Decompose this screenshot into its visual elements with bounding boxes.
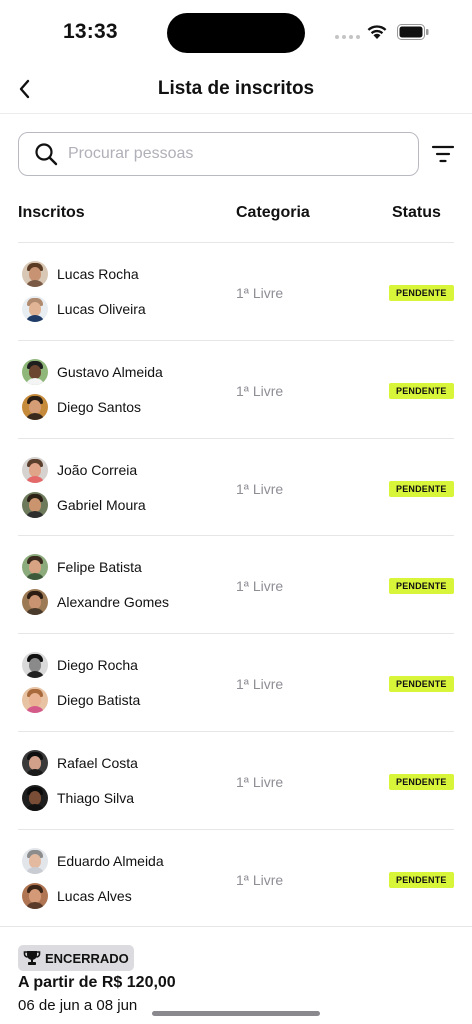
battery-icon [397,24,429,40]
filter-button[interactable] [430,142,456,166]
avatar [22,491,48,518]
participant-name: João Correia [57,461,138,478]
avatar [22,261,48,287]
column-headers: Inscritos Categoria Status [18,204,454,226]
status-badge: PENDENTE [389,578,454,595]
column-header-status: Status [392,204,441,221]
participant: Felipe Batista [22,554,142,581]
participant-name: Felipe Batista [57,559,142,576]
event-dates: 06 de jun a 08 jun [18,997,138,1014]
status-badge: PENDENTE [389,382,454,399]
avatar [22,652,48,679]
list-item[interactable]: Felipe Batista Alexandre Gomes 1ª Livre … [18,535,454,633]
dynamic-island [167,13,305,53]
participant: Lucas Rocha [22,261,139,287]
avatar [22,393,48,420]
participant-name: Gabriel Moura [57,496,146,513]
participant: João Correia [22,456,138,483]
page-title: Lista de inscritos [157,78,315,99]
search-field[interactable] [18,132,419,176]
avatar [22,882,48,909]
participant-name: Alexandre Gomes [57,594,170,611]
participant: Lucas Oliveira [22,296,146,322]
status-bar: 13:33 [0,0,472,64]
participant-name: Lucas Oliveira [57,301,146,317]
participant: Eduardo Almeida [22,847,164,874]
column-header-categoria: Categoria [236,204,310,221]
registrants-list: Lucas Rocha Lucas Oliveira 1ª Livre PEND… [18,242,454,927]
trophy-icon [23,949,41,967]
list-item[interactable]: Gustavo Almeida Diego Santos 1ª Livre PE… [18,339,454,438]
participant-name: Rafael Costa [57,754,138,771]
status-badge: PENDENTE [389,676,454,693]
avatar [22,554,48,581]
status-badge: PENDENTE [389,871,454,888]
participant-name: Diego Santos [57,398,142,415]
participant: Rafael Costa [22,749,138,776]
avatar [22,358,48,385]
list-item[interactable]: Eduardo Almeida Lucas Alves 1ª Livre PEN… [18,828,454,927]
participant-name: Eduardo Almeida [57,852,164,869]
navigation-bar: Lista de inscritos [0,64,472,114]
wifi-icon [367,25,387,39]
search-icon [33,141,59,167]
category-label: 1ª Livre [236,871,284,888]
avatar [22,589,48,616]
status-time: 13:33 [63,20,118,43]
status-badge: PENDENTE [389,480,454,497]
participant-name: Lucas Rocha [57,266,139,282]
participant: Diego Santos [22,393,142,420]
participant: Gustavo Almeida [22,358,163,385]
category-label: 1ª Livre [236,382,284,399]
participant: Diego Batista [22,687,141,714]
participant: Lucas Alves [22,882,132,909]
status-badge: PENDENTE [389,285,454,301]
filter-icon [431,145,455,163]
event-summary-panel: ENCERRADO A partir de R$ 120,00 06 de ju… [0,926,472,1024]
participant: Thiago Silva [22,784,135,811]
avatar [22,784,48,811]
avatar [22,847,48,874]
search-input[interactable] [68,145,388,163]
column-header-inscritos: Inscritos [18,204,85,221]
participant-name: Diego Rocha [57,657,138,674]
list-item[interactable]: Diego Rocha Diego Batista 1ª Livre PENDE… [18,633,454,731]
list-item[interactable]: Lucas Rocha Lucas Oliveira 1ª Livre PEND… [18,242,454,340]
participant-name: Lucas Alves [57,887,132,904]
event-status-badge: ENCERRADO [18,945,134,971]
status-badge: PENDENTE [389,773,454,790]
price-label: A partir de R$ 120,00 [18,974,176,991]
category-label: 1ª Livre [236,480,284,497]
avatar [22,687,48,714]
category-label: 1ª Livre [236,773,284,790]
cellular-signal-icon [335,35,360,39]
list-item[interactable]: Rafael Costa Thiago Silva 1ª Livre PENDE… [18,730,454,829]
avatar [22,456,48,483]
participant: Alexandre Gomes [22,589,170,616]
participant: Gabriel Moura [22,491,146,518]
participant: Diego Rocha [22,652,138,679]
avatar [22,296,48,322]
event-status-label: ENCERRADO [45,950,129,966]
participant-name: Gustavo Almeida [57,363,163,380]
participant-name: Diego Batista [57,692,141,709]
category-label: 1ª Livre [236,676,284,693]
category-label: 1ª Livre [236,285,284,301]
home-indicator[interactable] [152,1011,320,1016]
avatar [22,749,48,776]
list-item[interactable]: João Correia Gabriel Moura 1ª Livre PEND… [18,437,454,536]
category-label: 1ª Livre [236,578,284,595]
participant-name: Thiago Silva [57,789,135,806]
